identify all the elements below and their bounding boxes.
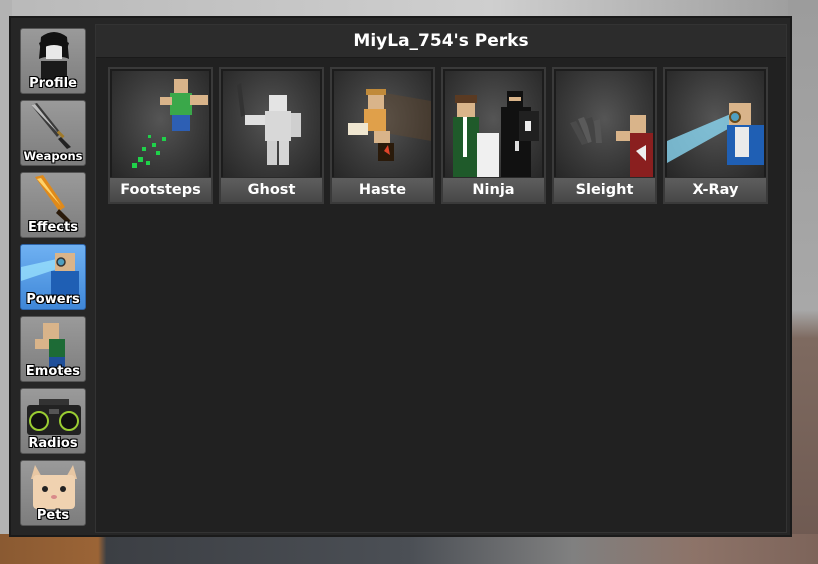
background-floor <box>0 534 818 564</box>
sidebar-item-label: Profile <box>29 76 77 91</box>
sidebar-item-label: Radios <box>28 436 78 451</box>
flame-knife-icon <box>35 175 71 223</box>
avatar-icon <box>39 32 69 79</box>
sleight-icon <box>570 115 653 178</box>
perk-label: Sleight <box>554 177 655 202</box>
perks-window: Profile Weapons Effects Powers Emotes Ra… <box>9 16 792 537</box>
perk-x-ray[interactable]: X-Ray <box>663 67 768 204</box>
perk-haste[interactable]: Haste <box>330 67 435 204</box>
sidebar-item-label: Emotes <box>25 364 81 379</box>
perk-footsteps[interactable]: Footsteps <box>108 67 213 204</box>
perk-ghost[interactable]: Ghost <box>219 67 324 204</box>
boombox-icon <box>27 399 81 435</box>
sidebar-item-label: Weapons <box>23 149 83 163</box>
sidebar-item-powers[interactable]: Powers <box>20 244 86 310</box>
sidebar-item-effects[interactable]: Effects <box>20 172 86 238</box>
xray-icon <box>667 103 764 165</box>
sidebar-item-label: Pets <box>36 508 70 523</box>
perk-label: Haste <box>332 177 433 202</box>
cat-icon <box>31 465 77 509</box>
haste-icon <box>348 89 431 161</box>
perk-label: Ninja <box>443 177 544 202</box>
perks-panel: MiyLa_754's Perks Footsteps Ghost Haste … <box>95 24 787 533</box>
knife-icon <box>31 103 71 149</box>
sidebar-item-profile[interactable]: Profile <box>20 28 86 94</box>
perk-sleight[interactable]: Sleight <box>552 67 657 204</box>
perk-label: X-Ray <box>665 177 766 202</box>
sidebar-item-emotes[interactable]: Emotes <box>20 316 86 382</box>
ghost-icon <box>237 83 301 165</box>
sidebar-item-label: Effects <box>28 220 78 235</box>
perk-label: Ghost <box>221 177 322 202</box>
background-edge-right <box>788 0 818 564</box>
perk-ninja[interactable]: Ninja <box>441 67 546 204</box>
sidebar-item-pets[interactable]: Pets <box>20 460 86 526</box>
ninja-icon <box>453 91 539 178</box>
emote-character-icon <box>35 323 65 367</box>
xray-character-icon <box>21 253 79 295</box>
page-title: MiyLa_754's Perks <box>96 25 786 58</box>
sidebar: Profile Weapons Effects Powers Emotes Ra… <box>20 28 88 532</box>
perk-label: Footsteps <box>110 177 211 202</box>
sidebar-item-radios[interactable]: Radios <box>20 388 86 454</box>
footsteps-icon <box>132 79 208 168</box>
sidebar-item-weapons[interactable]: Weapons <box>20 100 86 166</box>
sidebar-item-label: Powers <box>26 292 80 307</box>
